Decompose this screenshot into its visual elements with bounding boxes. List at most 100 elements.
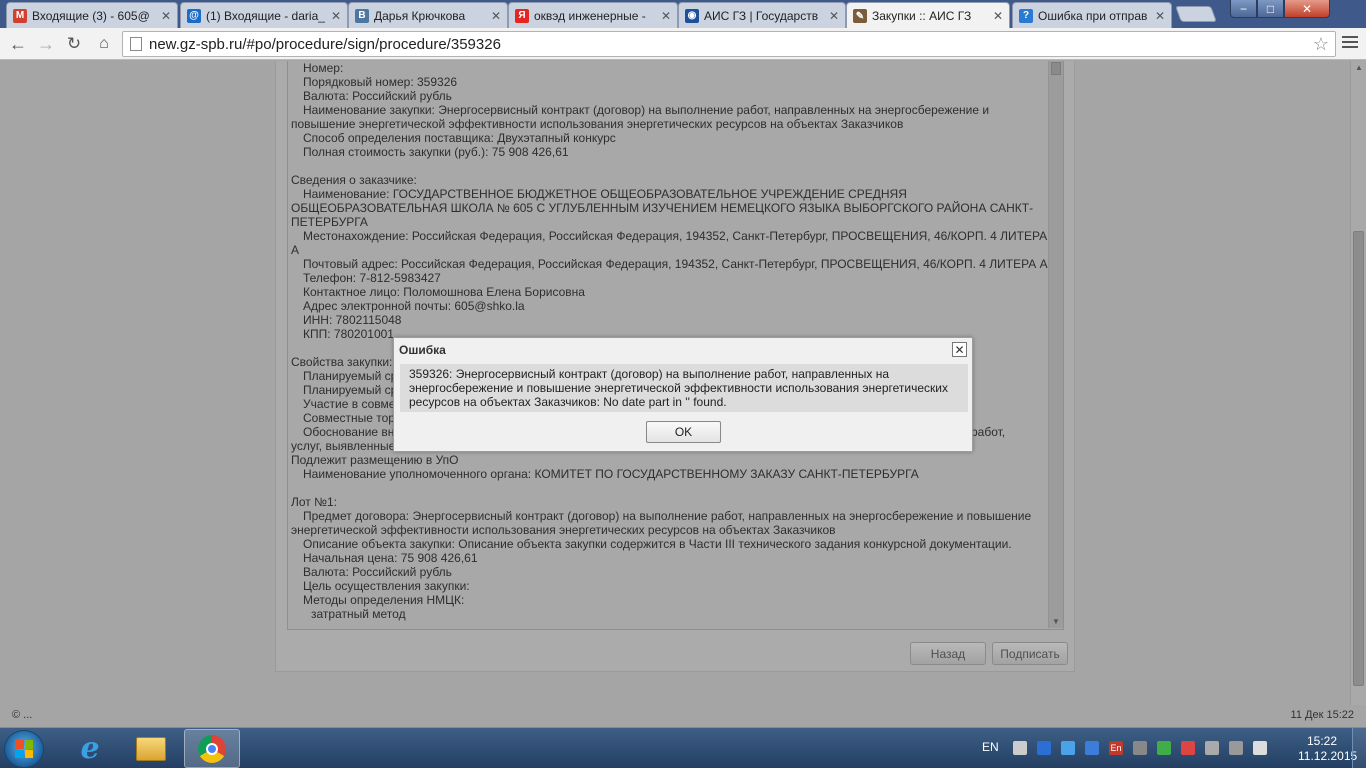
page-scrollbar[interactable]: ▲ [1350,61,1366,705]
windows-taskbar: e EN En 15:22 11.12.2015 [0,727,1366,768]
document-line: Наименование уполномоченного органа: КОМ… [291,467,1049,481]
help-icon: ? [1019,8,1033,23]
browser-tab-strip: M Входящие (3) - 605@ ✕ @ (1) Входящие - dar… [0,0,1366,29]
document-line: Подлежит размещению в УпО [291,453,1049,467]
document-scroll-thumb[interactable] [1051,62,1061,75]
document-line-text: Совместные тор [303,411,395,425]
dialog-close-icon[interactable]: ✕ [952,342,967,357]
dialog-title: Ошибка [399,343,446,357]
flag-icon[interactable] [1181,741,1195,755]
scroll-down-arrow-icon[interactable]: ▼ [1052,617,1060,626]
tab-close-icon[interactable]: ✕ [829,9,839,23]
bluetooth-icon[interactable] [1037,741,1051,755]
page-scroll-thumb[interactable] [1353,231,1364,686]
document-line-text: Участие в совме [303,397,396,411]
document-line-text: Валюта: Российский рубль [303,565,452,579]
security-check-icon[interactable] [1157,741,1171,755]
document-line-text: Свойства закупки: [291,355,393,369]
tab-close-icon[interactable]: ✕ [161,9,171,23]
document-line: Контактное лицо: Поломошнова Елена Борис… [291,285,1049,299]
tab-close-icon[interactable]: ✕ [1155,9,1165,23]
document-line: Валюта: Российский рубль [291,565,1049,579]
window-minimize-button[interactable]: − [1230,0,1257,18]
bookmark-star-icon[interactable]: ☆ [1313,34,1329,55]
tab-close-icon[interactable]: ✕ [993,9,1003,23]
dialog-ok-button[interactable]: OK [646,421,721,443]
dialog-message: 359326: Энергосервисный контракт (догово… [400,364,968,412]
document-line: Телефон: 7-812-5983427 [291,271,1049,285]
document-line-text: Адрес электронной почты: 605@shko.la [303,299,525,313]
address-bar[interactable]: new.gz-spb.ru/#po/procedure/sign/procedu… [122,31,1336,57]
document-line-text: Номер: [303,61,344,75]
tab-close-icon[interactable]: ✕ [491,9,501,23]
cloud-icon[interactable] [1061,741,1075,755]
document-line: Способ определения поставщика: Двухэтапн… [291,131,1049,145]
lang-en-icon[interactable]: En [1109,741,1123,755]
document-line: Методы определения НМЦК: [291,593,1049,607]
document-line-text: Порядковый номер: 359326 [303,75,458,89]
new-tab-button[interactable] [1175,6,1217,22]
home-icon[interactable]: ⌂ [92,32,116,56]
document-line: Наименование: ГОСУДАРСТВЕННОЕ БЮДЖЕТНОЕ … [291,187,1049,229]
document-line: Валюта: Российский рубль [291,89,1049,103]
document-line-text: Сведения о заказчике: [291,173,417,187]
status-left-text: © ... [12,709,33,721]
file-explorer-icon[interactable] [123,729,179,768]
keyboard-icon[interactable] [1133,741,1147,755]
status-date-text: 11 Дек 15:22 [1290,709,1354,721]
url-text[interactable]: new.gz-spb.ru/#po/procedure/sign/procedu… [149,36,501,53]
document-line-text: Телефон: 7-812-5983427 [303,271,441,285]
start-button[interactable] [4,730,44,768]
wifi-icon[interactable] [1085,741,1099,755]
document-line: Порядковый номер: 359326 [291,75,1049,89]
volume-icon[interactable] [1253,741,1267,755]
browser-tab[interactable]: ◉ АИС ГЗ | Государств ✕ [678,2,846,28]
document-line-text: Наименование: ГОСУДАРСТВЕННОЕ БЮДЖЕТНОЕ … [291,187,1034,229]
browser-tab[interactable]: ? Ошибка при отправ ✕ [1012,2,1172,28]
document-line: Цель осуществления закупки: [291,579,1049,593]
document-line: ИНН: 7802115048 [291,313,1049,327]
tab-close-icon[interactable]: ✕ [661,9,671,23]
document-line-text: Планируемый ср [303,383,398,397]
document-line-text: затратный метод [311,607,406,621]
network-settings-icon[interactable] [1013,741,1027,755]
browser-tab[interactable]: @ (1) Входящие - daria_ ✕ [180,2,348,28]
document-line: Описание объекта закупки: Описание объек… [291,537,1049,551]
document-line-text: Подлежит размещению в УпО [291,453,459,467]
ais-gz-icon: ◉ [685,8,699,23]
show-desktop-button[interactable] [1352,728,1366,768]
chrome-icon[interactable] [184,729,240,768]
window-close-button[interactable]: ✕ [1284,0,1330,18]
browser-tab[interactable]: M Входящие (3) - 605@ ✕ [6,2,178,28]
clock[interactable]: 15:22 11.12.2015 [1298,734,1358,764]
windows-logo-icon [15,740,33,758]
back-arrow-icon[interactable]: ← [6,32,30,56]
document-scrollbar[interactable]: ▼ [1048,61,1063,628]
monitor-icon[interactable] [1229,741,1243,755]
tab-close-icon[interactable]: ✕ [331,9,341,23]
clock-date: 11.12.2015 [1298,749,1358,763]
sign-button[interactable]: Подписать [992,642,1068,665]
back-button[interactable]: Назад [910,642,986,665]
tab-label: Входящие (3) - 605@ [32,8,150,23]
forward-arrow-icon[interactable]: → [34,32,58,56]
language-indicator[interactable]: EN [982,740,999,754]
tab-label: Ошибка при отправ [1038,8,1148,23]
browser-tab[interactable]: Яоквэд инженерные - ✕ [508,2,678,28]
tab-label: АИС ГЗ | Государств [704,8,819,23]
scroll-up-arrow-icon[interactable]: ▲ [1355,63,1363,72]
internet-explorer-icon[interactable]: e [62,729,118,768]
reload-icon[interactable]: ↻ [62,32,86,56]
usb-icon[interactable] [1205,741,1219,755]
mail-ru-icon: @ [187,8,201,23]
browser-tab[interactable]: ✎ Закупки :: АИС ГЗ ✕ [846,2,1010,29]
document-line: Адрес электронной почты: 605@shko.la [291,299,1049,313]
document-line: Лот №1: [291,495,1049,509]
document-line: Местонахождение: Российская Федерация, Р… [291,229,1049,257]
browser-tab[interactable]: B Дарья Крючкова ✕ [348,2,508,28]
window-maximize-button[interactable]: □ [1257,0,1284,18]
tab-label: оквэд инженерные - [534,8,646,23]
browser-menu-icon[interactable] [1342,33,1358,51]
vk-icon: B [355,8,369,23]
